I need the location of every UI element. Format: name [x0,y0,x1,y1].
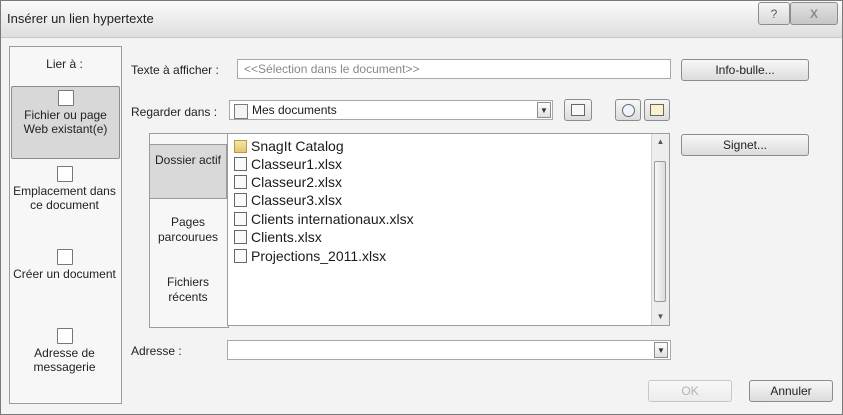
link-existing-file-web[interactable]: Fichier ou page Web existant(e) [11,86,120,159]
cancel-button[interactable]: Annuler [749,380,833,402]
link-email-address-label: Adresse de messagerie [33,346,96,374]
new-document-icon [56,249,73,265]
list-item[interactable]: Classeur3.xlsx [234,191,342,209]
address-label: Adresse : [131,344,182,358]
link-existing-file-web-label: Fichier ou page Web existant(e) [23,108,108,136]
excel-file-icon [234,212,247,226]
browse-web-button[interactable] [615,99,641,121]
link-place-in-document[interactable]: Emplacement dans ce document [11,166,118,236]
scroll-up-arrow-icon[interactable]: ▲ [652,134,669,150]
list-item[interactable]: Classeur2.xlsx [234,173,342,191]
address-dropdown-arrow[interactable]: ▼ [654,342,668,358]
look-in-dropdown[interactable]: Mes documents [229,100,553,120]
text-to-display-field[interactable]: <<Sélection dans le document>> [237,59,671,79]
bookmark-button[interactable]: Signet... [681,134,809,156]
excel-file-icon [234,157,247,171]
browse-file-button[interactable] [644,99,670,121]
folder-up-icon [571,104,585,116]
scroll-down-arrow-icon[interactable]: ▼ [652,309,669,325]
list-item[interactable]: SnagIt Catalog [234,137,344,155]
file-name: Projections_2011.xlsx [251,248,387,264]
look-in-label: Regarder dans : [131,105,218,119]
file-name: SnagIt Catalog [251,138,344,154]
list-item[interactable]: Classeur1.xlsx [234,155,342,173]
browsed-pages-tab[interactable]: Pages parcourues [149,215,227,249]
file-name: Classeur3.xlsx [251,192,343,208]
link-create-document[interactable]: Créer un document [11,249,118,305]
link-place-in-document-label: Emplacement dans ce document [13,184,116,212]
file-name: Clients internationaux.xlsx [251,211,414,227]
excel-file-icon [234,249,247,263]
browse-web-icon [621,104,635,117]
file-list[interactable]: SnagIt Catalog Classeur1.xlsx Classeur2.… [227,133,670,326]
recent-files-tab[interactable]: Fichiers récents [149,275,227,309]
screentip-button[interactable]: Info-bulle... [681,59,809,81]
look-in-value: Mes documents [252,103,337,117]
file-name: Clients.xlsx [251,229,322,245]
list-item[interactable]: Clients.xlsx [234,228,322,246]
list-item[interactable]: Clients internationaux.xlsx [234,210,414,228]
dialog-title: Insérer un lien hypertexte [7,11,154,26]
title-bar: Insérer un lien hypertexte ? X [1,1,842,38]
link-email-address[interactable]: Adresse de messagerie [11,328,118,384]
address-field[interactable] [227,340,671,360]
excel-file-icon [234,175,247,189]
excel-file-icon [234,230,247,244]
file-name: Classeur2.xlsx [251,174,343,190]
link-to-label: Lier à : [46,57,83,71]
ok-button[interactable]: OK [648,380,732,402]
file-list-scrollbar[interactable]: ▲ ▼ [651,134,669,325]
scroll-thumb[interactable] [654,161,666,302]
link-create-document-label: Créer un document [13,267,116,281]
list-item[interactable]: Projections_2011.xlsx [234,247,386,265]
email-icon [56,328,73,344]
browse-file-icon [650,104,664,116]
document-location-icon [56,166,73,182]
file-name: Classeur1.xlsx [251,156,343,172]
look-in-dropdown-arrow[interactable]: ▼ [537,102,551,118]
folder-icon [234,104,248,119]
help-button[interactable]: ? [758,2,790,25]
excel-file-icon [234,193,247,207]
close-button[interactable]: X [790,2,838,25]
folder-icon [234,139,247,153]
text-to-display-label: Texte à afficher : [131,63,219,77]
folder-up-button[interactable] [564,99,592,121]
web-page-icon [57,90,74,106]
current-folder-tab[interactable]: Dossier actif [149,144,227,199]
hyperlink-dialog: Insérer un lien hypertexte ? X Lier à : … [0,0,843,415]
